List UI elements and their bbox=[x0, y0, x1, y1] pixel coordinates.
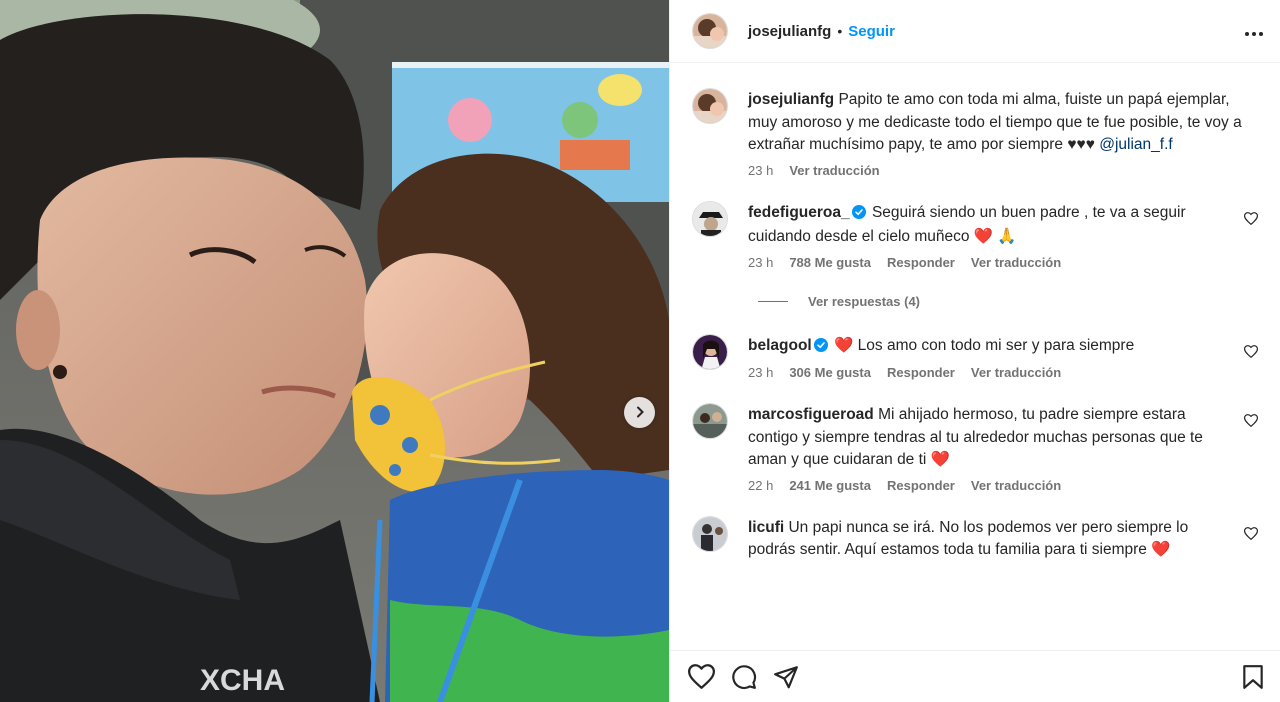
view-replies-label: Ver respuestas (4) bbox=[808, 293, 921, 309]
commenter-avatar[interactable] bbox=[692, 200, 728, 237]
like-comment-heart-icon[interactable] bbox=[1243, 211, 1259, 228]
reply-button[interactable]: Responder bbox=[887, 255, 955, 270]
comments-list[interactable]: josejulianfg Papito te amo con toda mi a… bbox=[670, 63, 1280, 650]
author-username[interactable]: josejulianfg bbox=[748, 23, 831, 40]
comment-emoji: ❤️ bbox=[930, 451, 950, 468]
reply-button[interactable]: Responder bbox=[887, 365, 955, 380]
follow-button[interactable]: Seguir bbox=[848, 23, 895, 40]
verified-badge-icon bbox=[813, 337, 828, 360]
comment: licufi Un papi nunca se irá. No los pode… bbox=[692, 515, 1264, 562]
comment: marcosfigueroad Mi ahijado hermoso, tu p… bbox=[692, 403, 1264, 493]
verified-badge-icon bbox=[851, 204, 866, 227]
comment: belagool ❤️ Los amo con todo mi ser y pa… bbox=[692, 333, 1264, 380]
translate-button[interactable]: Ver traducción bbox=[971, 478, 1061, 493]
caption: josejulianfg Papito te amo con toda mi a… bbox=[692, 88, 1264, 178]
like-comment-heart-icon[interactable] bbox=[1243, 414, 1259, 430]
comment-time: 23 h bbox=[748, 365, 774, 380]
comment-username[interactable]: fedefigueroa_ bbox=[748, 204, 850, 221]
comment-meta: 22 h 241 Me gusta Responder Ver traducci… bbox=[748, 478, 1224, 493]
separator-dot: • bbox=[837, 23, 843, 39]
like-comment-heart-icon[interactable] bbox=[1243, 344, 1259, 361]
post-photo: XCHA bbox=[0, 0, 669, 702]
post-header: josejulianfg • Seguir bbox=[670, 0, 1280, 63]
caption-meta: 23 h Ver traducción bbox=[748, 163, 1244, 178]
view-replies-button[interactable]: Ver respuestas (4) bbox=[758, 294, 1264, 309]
comment-username[interactable]: belagool bbox=[748, 337, 812, 354]
comment-time: 22 h bbox=[748, 477, 774, 493]
author-avatar[interactable] bbox=[692, 13, 728, 49]
more-options-icon[interactable] bbox=[1244, 21, 1264, 41]
commenter-avatar[interactable] bbox=[692, 515, 728, 552]
comment-emoji: ❤️ bbox=[834, 336, 854, 354]
replies-divider bbox=[758, 300, 788, 302]
translate-button[interactable]: Ver traducción bbox=[971, 255, 1061, 270]
caption-mention[interactable]: @julian_f.f bbox=[1099, 136, 1172, 153]
caption-time: 23 h bbox=[748, 162, 774, 178]
comment-username[interactable]: marcosfigueroad bbox=[748, 406, 874, 423]
post-media[interactable]: XCHA bbox=[0, 0, 669, 702]
svg-text:XCHA: XCHA bbox=[200, 664, 285, 697]
comment-likes[interactable]: 306 Me gusta bbox=[789, 365, 871, 380]
comment-emoji: ❤️ bbox=[1151, 541, 1171, 558]
translate-button[interactable]: Ver traducción bbox=[971, 365, 1061, 380]
comment-time: 23 h bbox=[748, 254, 774, 270]
comment-icon[interactable] bbox=[731, 664, 757, 690]
post-side-panel: josejulianfg • Seguir josejulianfg Papit… bbox=[669, 0, 1280, 702]
comment: fedefigueroa_ Seguirá siendo un buen pad… bbox=[692, 200, 1264, 270]
bookmark-icon[interactable] bbox=[1242, 664, 1264, 690]
commenter-avatar[interactable] bbox=[692, 403, 728, 439]
comment-text: Un papi nunca se irá. No los podemos ver… bbox=[748, 518, 1189, 559]
comment-likes[interactable]: 241 Me gusta bbox=[789, 478, 871, 493]
comment-meta: 23 h 306 Me gusta Responder Ver traducci… bbox=[748, 365, 1224, 380]
author-avatar[interactable] bbox=[692, 88, 728, 124]
comment-username[interactable]: licufi bbox=[748, 519, 784, 536]
comment-likes[interactable]: 788 Me gusta bbox=[789, 255, 871, 270]
heart-icon[interactable] bbox=[688, 664, 715, 689]
reply-button[interactable]: Responder bbox=[887, 478, 955, 493]
comment-meta: 23 h 788 Me gusta Responder Ver traducci… bbox=[748, 255, 1224, 270]
instagram-post-modal: XCHA josejulianfg • Seguir josejulianfg … bbox=[0, 0, 1280, 702]
chevron-right-icon bbox=[634, 405, 646, 421]
comment-text: Los amo con todo mi ser y para siempre bbox=[857, 336, 1135, 354]
next-media-button[interactable] bbox=[624, 397, 655, 428]
caption-username[interactable]: josejulianfg bbox=[748, 91, 834, 108]
like-comment-heart-icon[interactable] bbox=[1243, 526, 1259, 543]
commenter-avatar[interactable] bbox=[692, 333, 728, 370]
caption-translate-button[interactable]: Ver traducción bbox=[789, 163, 879, 178]
comment-emoji: ❤️ 🙏 bbox=[973, 228, 1017, 245]
post-actions-bar bbox=[670, 650, 1280, 702]
share-icon[interactable] bbox=[773, 664, 799, 690]
